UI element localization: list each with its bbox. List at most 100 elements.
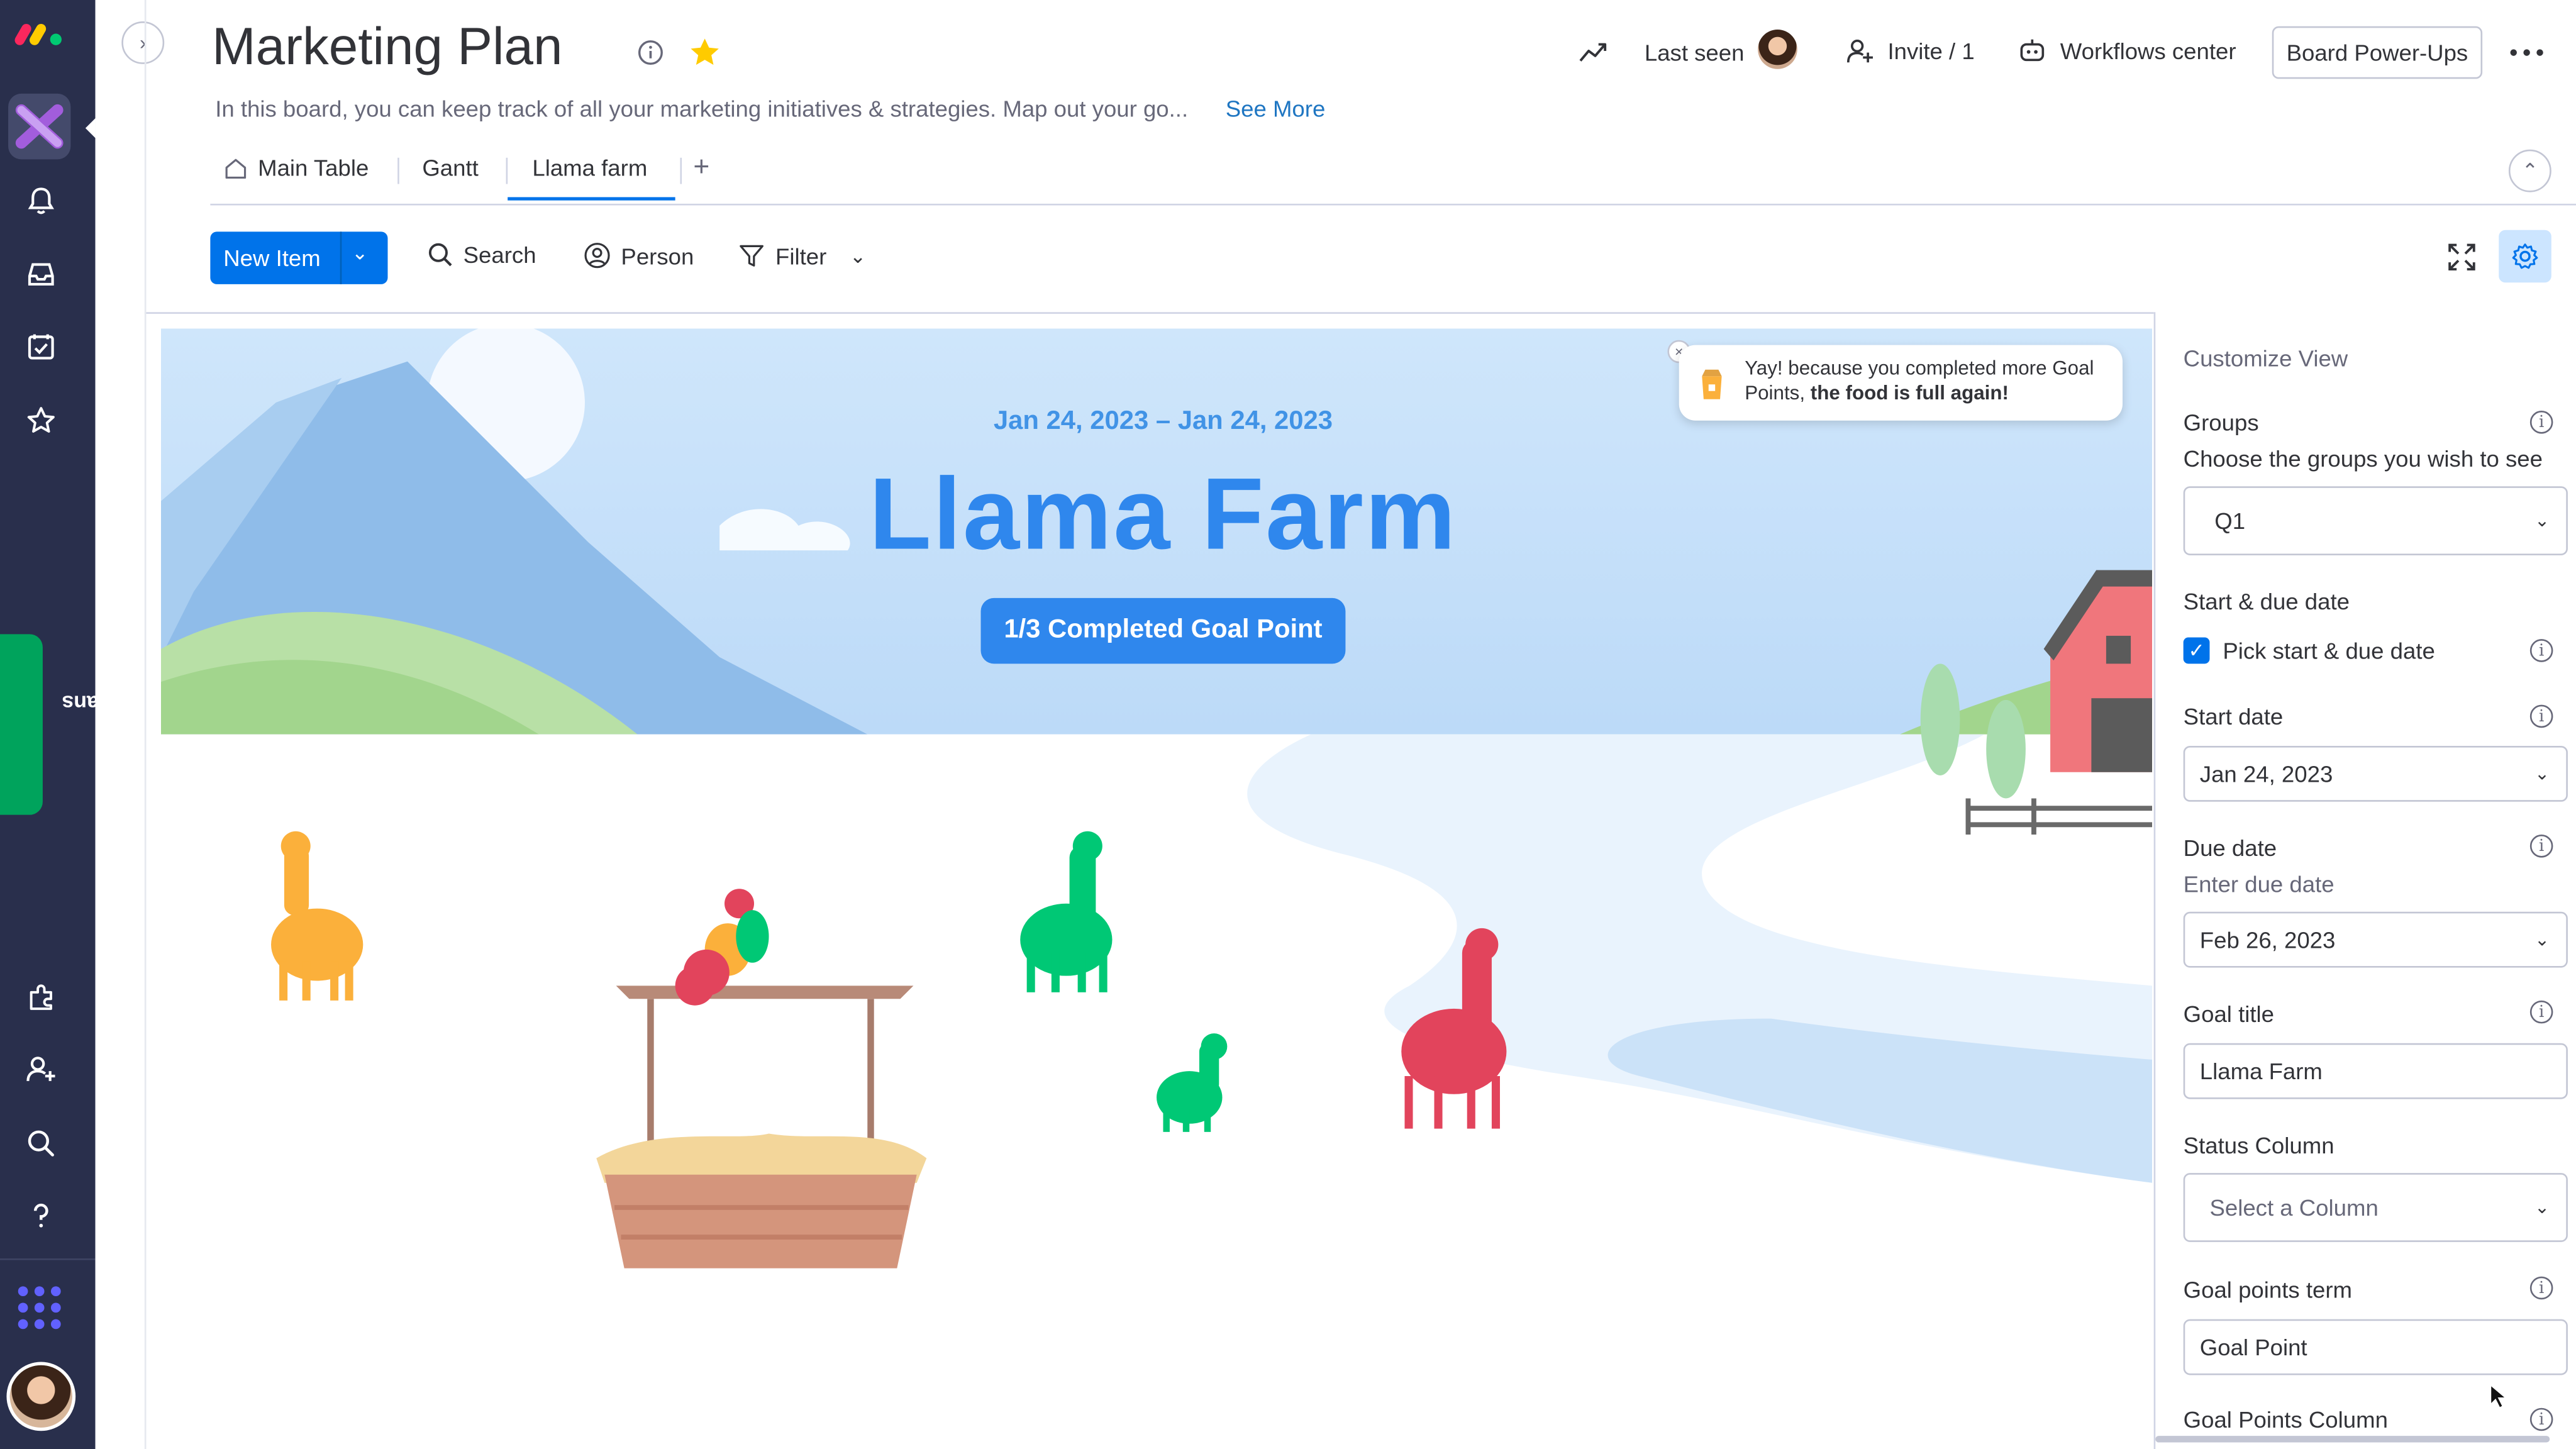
due-date-value: Feb 26, 2023 <box>2199 926 2336 953</box>
info-icon[interactable]: i <box>2529 835 2553 858</box>
new-item-label: New Item <box>223 245 321 272</box>
search-icon <box>428 243 452 267</box>
status-column-placeholder: Select a Column <box>2209 1194 2379 1221</box>
work-management-icon[interactable] <box>15 104 64 150</box>
product-switcher-icon[interactable] <box>15 1283 64 1332</box>
info-icon[interactable]: i <box>2529 1276 2553 1300</box>
help-icon[interactable] <box>25 1199 57 1232</box>
bell-icon[interactable] <box>25 184 57 217</box>
goal-points-term-value: Goal Point <box>2199 1334 2307 1360</box>
goal-points-column-label: Goal Points Column <box>2183 1406 2388 1433</box>
board-title[interactable]: Marketing Plan <box>212 16 563 77</box>
search-button[interactable]: Search <box>427 242 536 268</box>
expand-sidebar-button[interactable]: › <box>121 21 165 64</box>
settings-button[interactable] <box>2499 230 2551 283</box>
collapse-header-button[interactable]: ⌃ <box>2508 149 2551 192</box>
mouse-cursor-icon <box>2490 1383 2508 1409</box>
user-avatar[interactable] <box>6 1362 76 1431</box>
more-options-icon[interactable] <box>2509 36 2545 69</box>
fullscreen-icon[interactable] <box>2446 242 2478 273</box>
new-item-button[interactable]: New Item ⌄ <box>210 231 388 284</box>
person-filter-button[interactable]: Person <box>583 242 694 269</box>
robot-icon <box>2020 39 2045 62</box>
tab-gantt-label: Gantt <box>422 154 479 181</box>
plus-icon: + <box>693 151 710 182</box>
tab-gantt[interactable]: Gantt <box>422 155 478 181</box>
groups-description: Choose the groups you wish to see <box>2183 445 2543 472</box>
see-plans-button[interactable]: ✦ See plans <box>0 634 162 815</box>
toolbar-divider <box>144 312 2154 314</box>
home-icon <box>225 158 247 178</box>
status-column-select[interactable]: Select a Column ⌄ <box>2183 1173 2568 1242</box>
food-bag-icon <box>1702 369 1722 399</box>
tab-divider <box>397 157 399 184</box>
customize-view-panel: Customize View Groups i Choose the group… <box>2153 312 2576 1449</box>
filter-button[interactable]: Filter ⌄ <box>738 242 866 269</box>
person-icon <box>584 243 610 269</box>
new-item-divider <box>340 231 342 284</box>
pick-dates-checkbox[interactable]: ✓ <box>2183 637 2210 664</box>
view-tabs: Main Table Gantt Llama farm + <box>210 145 2576 206</box>
info-icon[interactable]: i <box>2529 1407 2553 1431</box>
groups-select[interactable]: Q1 ⌄ <box>2183 486 2568 555</box>
llama-farm-scene: Jan 24, 2023 – Jan 24, 2023 Llama Farm 1… <box>161 328 2153 1449</box>
tab-divider <box>680 157 682 184</box>
info-icon[interactable] <box>638 40 664 66</box>
search-label: Search <box>463 242 536 268</box>
app-window: ✦ See plans › Marketing Plan In this boa… <box>0 0 2576 1449</box>
activity-icon[interactable] <box>1579 40 1608 66</box>
person-label: Person <box>621 242 694 269</box>
chevron-down-icon: ⌄ <box>2534 511 2550 532</box>
add-person-icon <box>1846 39 1873 63</box>
goal-points-term-input[interactable]: Goal Point <box>2183 1319 2568 1375</box>
invite-button[interactable]: Invite / 1 <box>1845 36 1975 65</box>
my-work-icon[interactable] <box>25 330 57 363</box>
info-icon[interactable]: i <box>2529 704 2553 728</box>
left-rail: ✦ See plans <box>0 0 162 1449</box>
see-plans-label: See plans <box>62 691 162 716</box>
due-date-description: Enter due date <box>2183 870 2334 897</box>
due-date-select[interactable]: Feb 26, 2023 ⌄ <box>2183 911 2568 968</box>
info-icon[interactable]: i <box>2529 639 2553 662</box>
pick-dates-label: Pick start & due date <box>2223 637 2435 664</box>
active-pointer <box>85 118 96 138</box>
favorites-icon[interactable] <box>25 404 57 437</box>
tab-llama-farm[interactable]: Llama farm <box>532 155 647 181</box>
info-icon[interactable]: i <box>2529 411 2553 434</box>
chevron-down-icon[interactable]: ⌄ <box>352 242 368 265</box>
apps-puzzle-icon[interactable] <box>25 981 57 1014</box>
info-icon[interactable]: i <box>2529 1000 2553 1024</box>
rail-divider <box>0 1258 96 1260</box>
workflows-center-button[interactable]: Workflows center <box>2018 36 2236 65</box>
groups-select-value: Q1 <box>2214 508 2246 534</box>
last-seen[interactable]: Last seen <box>1644 30 1797 69</box>
search-icon[interactable] <box>25 1127 57 1160</box>
tab-main-table-label: Main Table <box>258 154 369 181</box>
invite-member-icon[interactable] <box>25 1053 57 1085</box>
filter-label: Filter <box>775 242 827 269</box>
date-range: Jan 24, 2023 – Jan 24, 2023 <box>993 407 1333 436</box>
invite-label: Invite / 1 <box>1887 38 1975 64</box>
farm-title: Llama Farm <box>869 458 1458 572</box>
chevron-down-icon: ⌄ <box>2534 1198 2550 1218</box>
groups-label: Groups <box>2183 409 2259 436</box>
goal-title-input[interactable]: Llama Farm <box>2183 1043 2568 1099</box>
dates-label: Start & due date <box>2183 588 2350 614</box>
see-more-link[interactable]: See More <box>1226 96 1326 122</box>
board-power-ups-button[interactable]: Board Power-Ups <box>2272 26 2483 79</box>
add-view-button[interactable]: + <box>693 151 709 184</box>
star-icon[interactable] <box>689 36 721 69</box>
start-date-label: Start date <box>2183 703 2284 730</box>
last-seen-label: Last seen <box>1644 39 1745 66</box>
tab-divider <box>506 157 508 184</box>
due-date-label: Due date <box>2183 835 2277 861</box>
monday-logo[interactable] <box>14 13 68 49</box>
tab-main-table[interactable]: Main Table <box>223 154 369 181</box>
panel-scrollbar[interactable] <box>2155 1436 2550 1443</box>
inbox-icon[interactable] <box>25 258 57 291</box>
start-date-select[interactable]: Jan 24, 2023 ⌄ <box>2183 745 2568 802</box>
goal-points-term-label: Goal points term <box>2183 1276 2352 1303</box>
chevron-down-icon[interactable]: ⌄ <box>850 244 866 267</box>
notification-toast: Yay! because you completed more Goal Poi… <box>1679 345 2123 421</box>
content-left-border <box>144 0 147 1449</box>
